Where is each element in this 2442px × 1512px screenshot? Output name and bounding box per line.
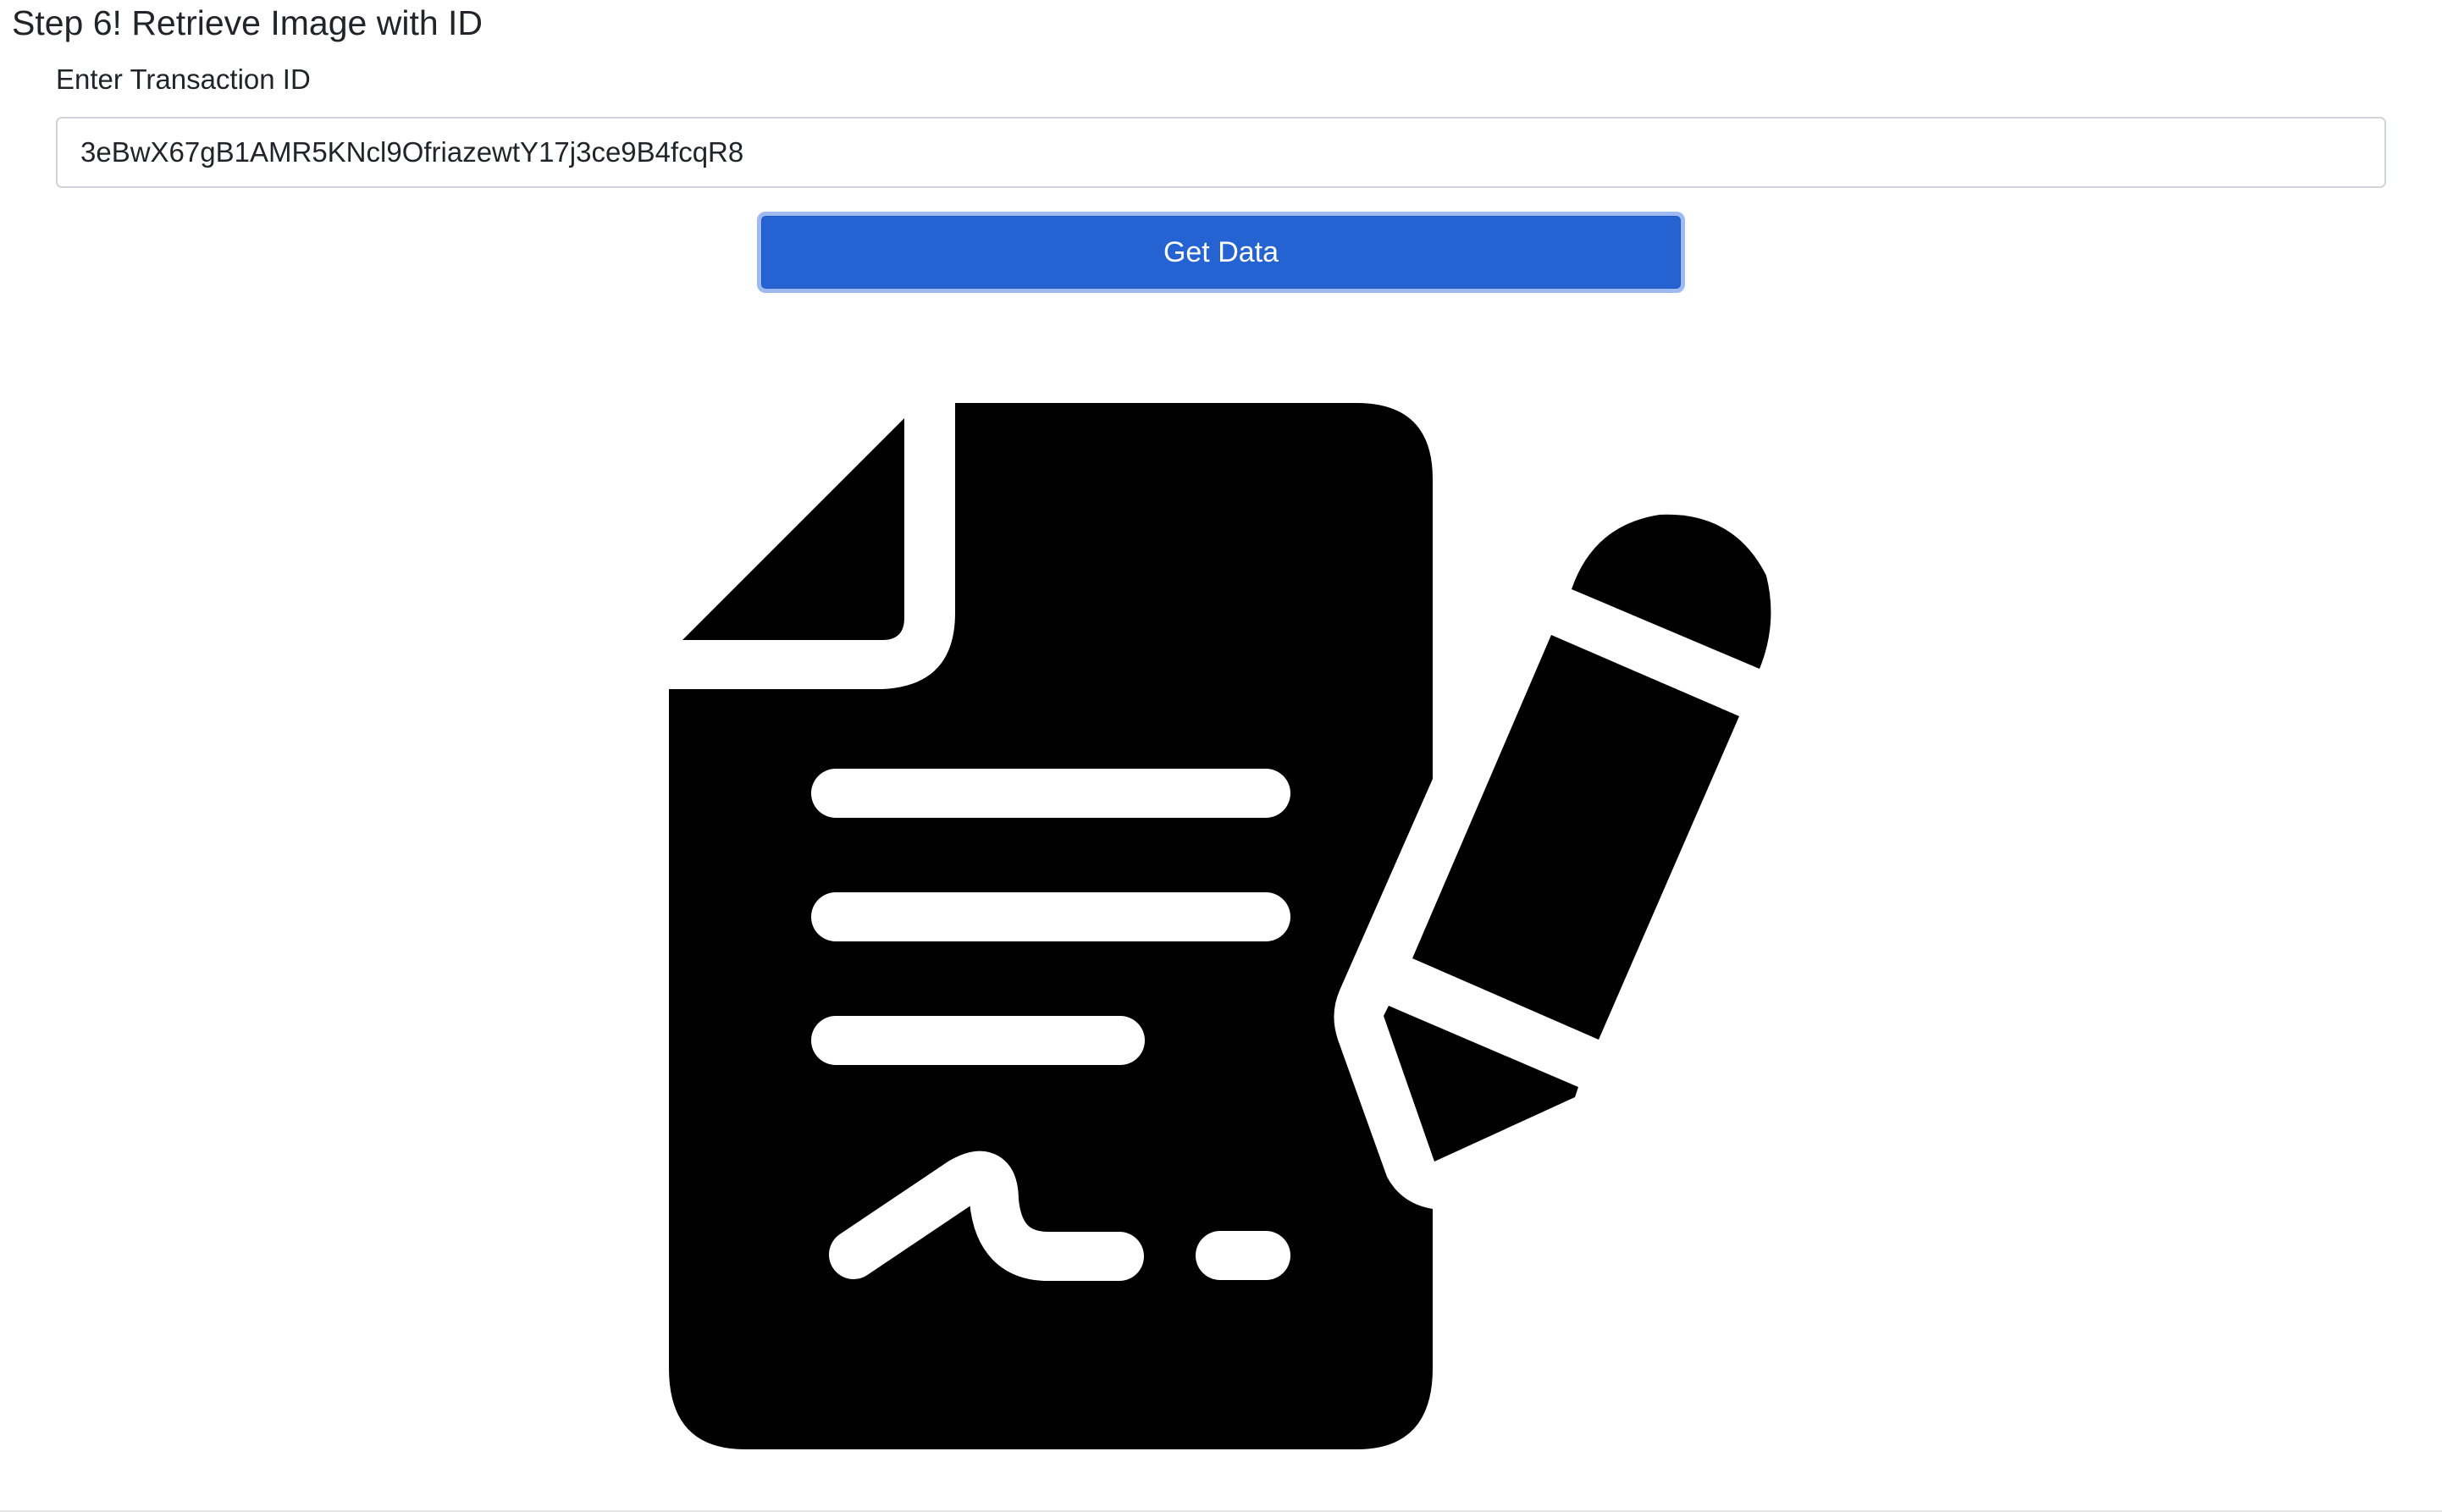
signature-scribble xyxy=(829,1151,1144,1281)
document-shape xyxy=(669,403,1433,1449)
document-text-lines xyxy=(811,769,1290,1280)
get-data-button[interactable]: Get Data xyxy=(757,212,1685,293)
step-title: Step 6! Retrieve Image with ID xyxy=(12,3,483,42)
transaction-id-label: Enter Transaction ID xyxy=(56,63,311,95)
retrieve-image-page: Step 6! Retrieve Image with ID Enter Tra… xyxy=(0,0,2442,1512)
transaction-id-input[interactable] xyxy=(56,117,2386,188)
pen-icon xyxy=(1384,514,1771,1162)
